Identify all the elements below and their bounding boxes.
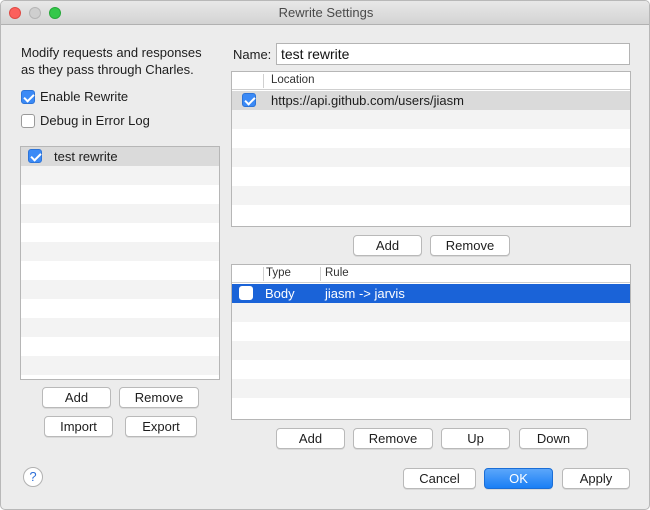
list-item (21, 204, 219, 223)
table-row (232, 398, 630, 417)
locations-table[interactable]: Location https://api.github.com/users/ji… (231, 71, 631, 227)
move-up-button[interactable]: Up (441, 428, 510, 449)
enable-rewrite-checkbox[interactable] (21, 90, 35, 104)
debug-error-log-checkbox[interactable] (21, 114, 35, 128)
add-location-button[interactable]: Add (353, 235, 422, 256)
rule-type: Body (265, 286, 295, 301)
locations-table-header: Location (232, 72, 630, 90)
table-row[interactable]: Body jiasm -> jarvis (232, 284, 630, 303)
set-enabled-checkbox[interactable] (28, 149, 42, 163)
list-item (21, 299, 219, 318)
table-row (232, 205, 630, 224)
ok-button[interactable]: OK (484, 468, 553, 489)
table-row (232, 148, 630, 167)
table-row (232, 322, 630, 341)
list-item (21, 318, 219, 337)
rewrite-sets-list[interactable]: test rewrite (20, 146, 220, 380)
rule-description: jiasm -> jarvis (325, 286, 405, 301)
title-bar: Rewrite Settings (1, 1, 649, 25)
add-set-button[interactable]: Add (42, 387, 111, 408)
export-button[interactable]: Export (125, 416, 197, 437)
description-text: Modify requests and responses as they pa… (21, 45, 202, 77)
list-item (21, 356, 219, 375)
list-item (21, 166, 219, 185)
table-row (232, 360, 630, 379)
add-rule-button[interactable]: Add (276, 428, 345, 449)
window-title: Rewrite Settings (278, 5, 374, 20)
table-row (232, 303, 630, 322)
remove-set-button[interactable]: Remove (119, 387, 199, 408)
list-item (21, 242, 219, 261)
name-label: Name: (233, 47, 272, 62)
list-item (21, 280, 219, 299)
set-name: test rewrite (54, 149, 118, 164)
table-row[interactable]: https://api.github.com/users/jiasm (232, 91, 630, 110)
rules-table-header: Type Rule (232, 265, 630, 283)
list-item[interactable]: test rewrite (21, 147, 219, 166)
table-row (232, 129, 630, 148)
table-row (232, 110, 630, 129)
cancel-button[interactable]: Cancel (403, 468, 476, 489)
table-row (232, 167, 630, 186)
name-input[interactable] (276, 43, 630, 65)
remove-location-button[interactable]: Remove (430, 235, 510, 256)
location-enabled-checkbox[interactable] (242, 93, 256, 107)
help-icon[interactable]: ? (23, 467, 43, 487)
type-column-header[interactable]: Type (266, 267, 291, 279)
debug-error-log-label[interactable]: Debug in Error Log (40, 113, 150, 128)
rules-table[interactable]: Type Rule Body jiasm -> jarvis (231, 264, 631, 420)
enable-rewrite-label[interactable]: Enable Rewrite (40, 89, 128, 104)
remove-rule-button[interactable]: Remove (353, 428, 433, 449)
rule-enabled-checkbox[interactable] (239, 286, 253, 300)
list-item (21, 261, 219, 280)
rewrite-settings-window: Rewrite Settings Modify requests and res… (0, 0, 650, 510)
import-button[interactable]: Import (44, 416, 113, 437)
move-down-button[interactable]: Down (519, 428, 588, 449)
list-item (21, 223, 219, 242)
list-item (21, 185, 219, 204)
table-row (232, 379, 630, 398)
table-row (232, 186, 630, 205)
apply-button[interactable]: Apply (562, 468, 630, 489)
location-url: https://api.github.com/users/jiasm (271, 93, 464, 108)
list-item (21, 337, 219, 356)
location-column-header[interactable]: Location (271, 74, 314, 86)
table-row (232, 341, 630, 360)
rule-column-header[interactable]: Rule (325, 267, 349, 279)
